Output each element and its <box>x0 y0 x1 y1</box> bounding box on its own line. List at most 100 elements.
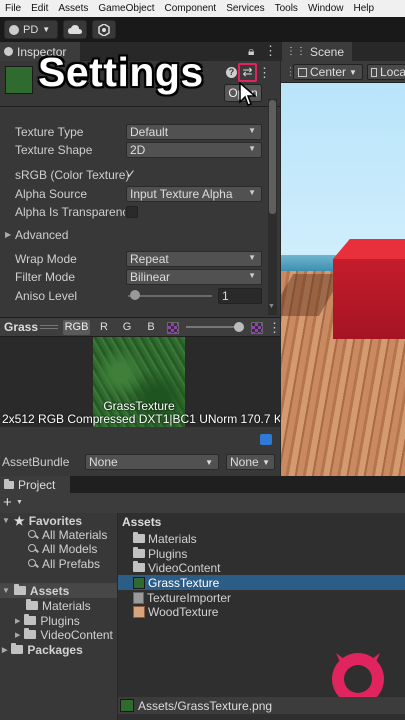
aniso-level-label: Aniso Level <box>15 289 78 303</box>
cursor-arrow-icon <box>239 82 258 106</box>
chevron-down-icon: ▼ <box>248 188 256 197</box>
asset-label: TextureImporter <box>147 590 232 605</box>
aniso-slider-track[interactable] <box>128 295 212 297</box>
aniso-level-input[interactable]: 1 <box>218 288 262 304</box>
folder-icon <box>13 584 26 595</box>
presets-button[interactable]: ⇄ <box>238 63 257 82</box>
cube-icon <box>371 67 377 77</box>
asset-grass-texture[interactable]: GrassTexture <box>133 575 219 590</box>
add-icon[interactable]: + <box>3 494 12 511</box>
menu-edit[interactable]: Edit <box>31 3 48 14</box>
favorite-label: All Materials <box>42 527 108 542</box>
menu-assets[interactable]: Assets <box>58 3 88 14</box>
cloud-button[interactable] <box>63 20 87 39</box>
favorites-label: Favorites <box>28 513 83 528</box>
asset-folder-plugins[interactable]: Plugins <box>133 546 187 561</box>
favorite-all-prefabs[interactable]: All Prefabs <box>28 556 100 571</box>
alpha-source-dropdown[interactable]: Input Texture Alpha ▼ <box>126 186 262 202</box>
asset-folder-materials[interactable]: Materials <box>133 531 197 546</box>
tree-folder-label: Materials <box>42 598 91 613</box>
more-menu-icon[interactable]: ⋮ <box>264 43 277 59</box>
filter-mode-label: Filter Mode <box>15 270 76 284</box>
space-label: Loca <box>379 65 405 79</box>
lock-icon[interactable]: 🔒︎ <box>248 44 254 59</box>
chevron-down-icon: ▼ <box>262 458 270 467</box>
chevron-down-icon: ▼ <box>248 253 256 262</box>
chevron-right-icon: ▶ <box>15 617 21 625</box>
channel-b-button[interactable]: B <box>142 320 160 335</box>
header-divider <box>0 106 280 107</box>
tab-scene[interactable]: ⋮⋮ Scene <box>282 42 352 61</box>
space-dropdown[interactable]: Loca <box>367 64 405 80</box>
wrap-mode-dropdown[interactable]: Repeat ▼ <box>126 251 262 267</box>
scroll-down-icon[interactable]: ▼ <box>268 303 275 310</box>
asset-label: Plugins <box>148 546 188 561</box>
tree-folder-label: Plugins <box>40 613 80 628</box>
menu-services[interactable]: Services <box>226 3 264 14</box>
wrap-mode-label: Wrap Mode <box>15 252 77 266</box>
aniso-slider-handle[interactable] <box>130 290 140 300</box>
asset-bundle-dropdown[interactable]: None ▼ <box>85 454 219 470</box>
assets-root[interactable]: ▼ Assets <box>2 583 69 598</box>
texture-type-dropdown[interactable]: Default ▼ <box>126 124 262 140</box>
tab-project[interactable]: Project <box>0 476 70 493</box>
collab-button[interactable] <box>92 20 116 39</box>
texture-shape-label: Texture Shape <box>15 143 93 157</box>
tree-folder-videocontent[interactable]: ▶ VideoContent <box>15 627 113 642</box>
texture-icon <box>120 699 134 712</box>
inspector-scrollbar-thumb[interactable] <box>269 100 276 214</box>
menu-file[interactable]: File <box>5 3 21 14</box>
project-toolbar <box>0 493 405 513</box>
favorites-header[interactable]: ▼ ★ Favorites <box>2 513 82 528</box>
status-bar: Assets/GrassTexture.png <box>118 697 405 714</box>
channel-g-button[interactable]: G <box>118 320 136 335</box>
search-icon <box>28 529 38 540</box>
chevron-down-icon[interactable]: ▼ <box>16 499 23 506</box>
star-icon: ★ <box>13 513 25 528</box>
inspector-panel: Inspector 🔒︎ ⋮ Settings ? ⇄ ⋮ Open Textu… <box>0 42 281 476</box>
assets-root-label: Assets <box>29 583 70 598</box>
packages-root[interactable]: ▶ Packages <box>2 642 83 657</box>
mip-slider-handle[interactable] <box>234 322 244 332</box>
red-cube[interactable] <box>333 259 405 339</box>
help-icon[interactable]: ? <box>226 67 237 78</box>
tree-folder-materials[interactable]: Materials <box>26 598 91 613</box>
filter-mode-dropdown[interactable]: Bilinear ▼ <box>126 269 262 285</box>
asset-bundle-variant-dropdown[interactable]: None ▼ <box>226 454 275 470</box>
texture-shape-dropdown[interactable]: 2D ▼ <box>126 142 262 158</box>
sliders-icon: ⇄ <box>242 65 253 79</box>
asset-folder-videocontent[interactable]: VideoContent <box>133 560 221 575</box>
menu-gameobject[interactable]: GameObject <box>98 3 154 14</box>
account-dropdown[interactable]: PD ▼ <box>4 20 58 39</box>
alpha-transparency-checkbox[interactable] <box>126 206 138 218</box>
asset-texture-importer[interactable]: TextureImporter <box>133 590 231 605</box>
menu-help[interactable]: Help <box>354 3 375 14</box>
wood-texture-icon <box>133 605 145 618</box>
asset-wood-texture[interactable]: WoodTexture <box>133 604 218 619</box>
pivot-icon <box>298 67 307 77</box>
alpha-toggle-icon[interactable] <box>167 322 179 334</box>
label-tag-icon[interactable] <box>260 434 272 445</box>
breadcrumb[interactable]: Assets <box>122 515 161 529</box>
favorite-all-models[interactable]: All Models <box>28 541 97 556</box>
tree-folder-plugins[interactable]: ▶ Plugins <box>15 613 80 628</box>
advanced-foldout[interactable]: Advanced <box>15 226 68 244</box>
chevron-down-icon: ▼ <box>205 458 213 467</box>
channel-rgb-button[interactable]: RGB <box>63 320 90 335</box>
drag-handle-icon[interactable] <box>40 325 58 329</box>
preview-menu-icon[interactable]: ⋮ <box>268 320 281 336</box>
tab-scene-label: Scene <box>310 44 345 59</box>
favorite-all-materials[interactable]: All Materials <box>28 527 107 542</box>
scene-grid-icon: ⋮⋮ <box>286 46 306 57</box>
channel-r-button[interactable]: R <box>95 320 113 335</box>
texture-shape-value: 2D <box>130 143 146 157</box>
menu-window[interactable]: Window <box>308 3 344 14</box>
pivot-dropdown[interactable]: Center ▼ <box>293 64 363 80</box>
scene-view[interactable]: ⋮⋮ Scene ⋮ Center ▼ Loca <box>281 42 405 476</box>
mip-slider-track[interactable] <box>186 326 238 328</box>
menu-tools[interactable]: Tools <box>275 3 298 14</box>
component-menu-icon[interactable]: ⋮ <box>258 65 271 81</box>
srgb-checkbox[interactable]: ✓ <box>126 167 136 181</box>
menu-component[interactable]: Component <box>165 3 217 14</box>
info-icon <box>4 47 13 56</box>
